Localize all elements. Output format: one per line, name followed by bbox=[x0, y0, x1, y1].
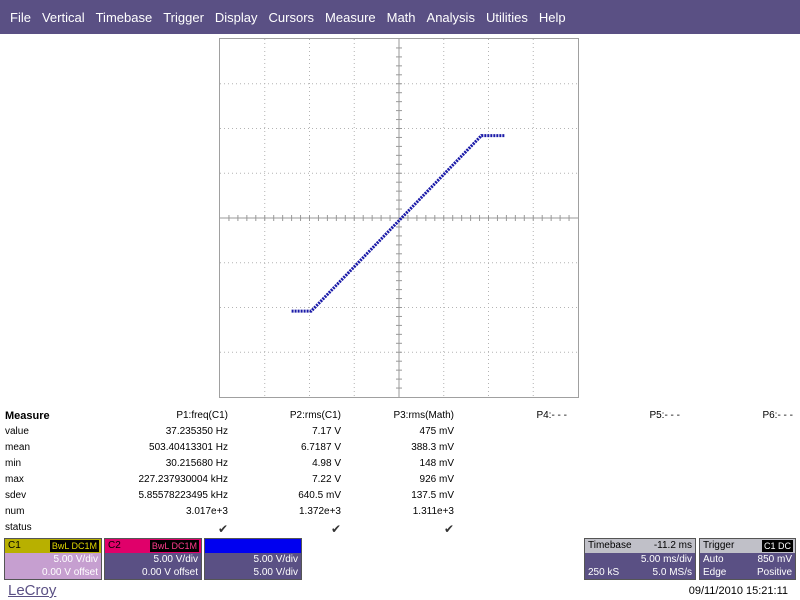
timebase-tdiv: 5.00 ms/div bbox=[640, 554, 692, 565]
trigger-type: Edge bbox=[703, 567, 727, 578]
menu-utilities[interactable]: Utilities bbox=[486, 10, 528, 25]
status-check-icon: ✔ bbox=[217, 522, 228, 536]
cell-p2: 7.17 V bbox=[312, 426, 341, 437]
menu-analysis[interactable]: Analysis bbox=[427, 10, 475, 25]
trigger-source-badge: C1 DC bbox=[761, 540, 793, 552]
measure-row-value: value 37.235350 Hz 7.17 V 475 mV bbox=[0, 424, 800, 440]
row-label: sdev bbox=[5, 490, 27, 501]
measure-col-p5[interactable]: P5:- - - bbox=[649, 410, 680, 421]
channel-offset: 0.00 V offset bbox=[142, 567, 198, 578]
timebase-box[interactable]: Timebase -11.2 ms 5.00 ms/div 250 kS 5.0… bbox=[584, 538, 696, 580]
measure-col-p2[interactable]: P2:rms(C1) bbox=[290, 410, 341, 421]
trigger-slope: Positive bbox=[756, 567, 792, 578]
row-label: status bbox=[5, 522, 32, 533]
channel-coupling-badge: BwL DC1M bbox=[149, 540, 199, 552]
measure-title: Measure bbox=[5, 410, 50, 422]
cell-p2: 1.372e+3 bbox=[299, 506, 341, 517]
menu-timebase[interactable]: Timebase bbox=[96, 10, 153, 25]
cell-p1: 37.235350 Hz bbox=[165, 426, 228, 437]
channel-vdiv: 5.00 V/div bbox=[53, 554, 98, 565]
cell-p3: 475 mV bbox=[419, 426, 454, 437]
cell-p1: 227.237930004 kHz bbox=[138, 474, 228, 485]
channel-coupling-badge: BwL DC1M bbox=[49, 540, 99, 552]
measure-row-status: status ✔ ✔ ✔ bbox=[0, 520, 800, 536]
measure-col-p4[interactable]: P4:- - - bbox=[536, 410, 567, 421]
cell-p1: 30.215680 Hz bbox=[165, 458, 228, 469]
channel-vdiv: 5.00 V/div bbox=[153, 554, 198, 565]
scope-grid[interactable] bbox=[219, 38, 579, 398]
timebase-label: Timebase bbox=[588, 540, 632, 551]
cell-p2: 4.98 V bbox=[312, 458, 341, 469]
channel-header: C1 BwL DC1M bbox=[5, 539, 101, 553]
measure-row-min: min 30.215680 Hz 4.98 V 148 mV bbox=[0, 456, 800, 472]
measure-row-num: num 3.017e+3 1.372e+3 1.311e+3 bbox=[0, 504, 800, 520]
xy-trace bbox=[291, 134, 505, 313]
row-label: min bbox=[5, 458, 22, 469]
cell-p3: 926 mV bbox=[419, 474, 454, 485]
status-check-icon: ✔ bbox=[330, 522, 341, 536]
cell-p2: 640.5 mV bbox=[298, 490, 341, 501]
menu-trigger[interactable]: Trigger bbox=[163, 10, 204, 25]
row-label: max bbox=[5, 474, 24, 485]
trigger-mode: Auto bbox=[703, 554, 724, 565]
trigger-level: 850 mV bbox=[757, 554, 792, 565]
measure-col-p6[interactable]: P6:- - - bbox=[762, 410, 793, 421]
channel-offset: 5.00 V/div bbox=[253, 567, 298, 578]
cell-p2: 6.7187 V bbox=[300, 442, 341, 453]
timebase-header: Timebase -11.2 ms bbox=[585, 539, 695, 553]
timebase-row: 250 kS 5.0 MS/s bbox=[585, 566, 695, 579]
measure-row-sdev: sdev 5.85578223495 kHz 640.5 mV 137.5 mV bbox=[0, 488, 800, 504]
channel-vdiv: 5.00 V/div bbox=[253, 554, 298, 565]
measure-table: Measure P1:freq(C1) P2:rms(C1) P3:rms(Ma… bbox=[0, 408, 800, 536]
row-label: mean bbox=[5, 442, 31, 453]
measure-row-max: max 227.237930004 kHz 7.22 V 926 mV bbox=[0, 472, 800, 488]
menu-cursors[interactable]: Cursors bbox=[269, 10, 315, 25]
cell-p3: 148 mV bbox=[419, 458, 454, 469]
menu-file[interactable]: File bbox=[10, 10, 31, 25]
row-label: num bbox=[5, 506, 25, 517]
cell-p1: 503.40413301 Hz bbox=[149, 442, 228, 453]
status-check-icon: ✔ bbox=[443, 522, 454, 536]
cell-p1: 3.017e+3 bbox=[186, 506, 228, 517]
row-label: value bbox=[5, 426, 29, 437]
grid-svg bbox=[220, 39, 578, 397]
menu-display[interactable]: Display bbox=[215, 10, 258, 25]
timebase-delay: -11.2 ms bbox=[653, 540, 692, 551]
channel-name: C1 bbox=[8, 540, 21, 551]
trigger-box[interactable]: Trigger C1 DC Auto 850 mV Edge Positive bbox=[699, 538, 796, 580]
channel-header bbox=[205, 539, 301, 553]
cell-p3: 388.3 mV bbox=[411, 442, 454, 453]
measure-row-mean: mean 503.40413301 Hz 6.7187 V 388.3 mV bbox=[0, 440, 800, 456]
measure-col-p1[interactable]: P1:freq(C1) bbox=[176, 410, 228, 421]
timebase-rate: 5.0 MS/s bbox=[652, 567, 692, 578]
channel-c1-box[interactable]: C1 BwL DC1M 5.00 V/div 0.00 V offset bbox=[4, 538, 102, 580]
trigger-header: Trigger C1 DC bbox=[700, 539, 795, 553]
cell-p3: 137.5 mV bbox=[411, 490, 454, 501]
menu-bar: File Vertical Timebase Trigger Display C… bbox=[0, 0, 800, 34]
menu-help[interactable]: Help bbox=[539, 10, 566, 25]
lecroy-logo: LeCroy bbox=[8, 582, 57, 599]
menu-math[interactable]: Math bbox=[387, 10, 416, 25]
timebase-samples: 250 kS bbox=[588, 567, 620, 578]
math-trace-box[interactable]: 5.00 V/div 5.00 V/div bbox=[204, 538, 302, 580]
measure-header-row: Measure P1:freq(C1) P2:rms(C1) P3:rms(Ma… bbox=[0, 408, 800, 424]
channel-header: C2 BwL DC1M bbox=[105, 539, 201, 553]
cell-p1: 5.85578223495 kHz bbox=[138, 490, 228, 501]
trigger-row: Auto 850 mV bbox=[700, 553, 795, 566]
channel-offset: 0.00 V offset bbox=[42, 567, 98, 578]
cell-p2: 7.22 V bbox=[312, 474, 341, 485]
channel-name: C2 bbox=[108, 540, 121, 551]
menu-measure[interactable]: Measure bbox=[325, 10, 376, 25]
menu-vertical[interactable]: Vertical bbox=[42, 10, 85, 25]
timebase-row: 5.00 ms/div bbox=[585, 553, 695, 566]
date-time: 09/11/2010 15:21:11 bbox=[688, 585, 788, 597]
trigger-label: Trigger bbox=[703, 540, 735, 551]
cell-p3: 1.311e+3 bbox=[412, 506, 454, 517]
measure-col-p3[interactable]: P3:rms(Math) bbox=[393, 410, 454, 421]
channel-c2-box[interactable]: C2 BwL DC1M 5.00 V/div 0.00 V offset bbox=[104, 538, 202, 580]
trigger-row: Edge Positive bbox=[700, 566, 795, 579]
